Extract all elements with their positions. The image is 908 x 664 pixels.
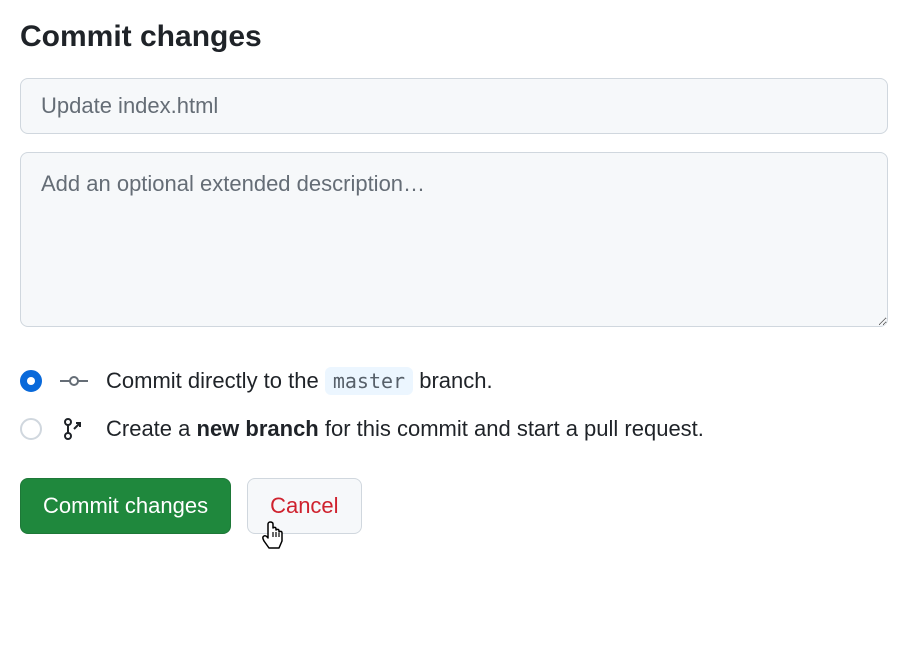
git-pull-request-icon — [60, 418, 88, 440]
cancel-button[interactable]: Cancel — [247, 478, 361, 534]
commit-direct-label: Commit directly to the master branch. — [106, 368, 493, 394]
commit-summary-input[interactable] — [20, 78, 888, 134]
commit-description-textarea[interactable] — [20, 152, 888, 327]
create-new-branch-label: Create a new branch for this commit and … — [106, 416, 704, 442]
radio-unselected-icon — [20, 418, 42, 440]
radio-selected-icon — [20, 370, 42, 392]
action-buttons: Commit changes Cancel — [20, 478, 888, 534]
create-new-branch-option[interactable]: Create a new branch for this commit and … — [20, 416, 888, 442]
commit-direct-option[interactable]: Commit directly to the master branch. — [20, 368, 888, 394]
branch-options-group: Commit directly to the master branch. Cr… — [20, 368, 888, 442]
git-commit-icon — [60, 370, 88, 392]
page-title: Commit changes — [20, 20, 888, 54]
commit-changes-button[interactable]: Commit changes — [20, 478, 231, 534]
